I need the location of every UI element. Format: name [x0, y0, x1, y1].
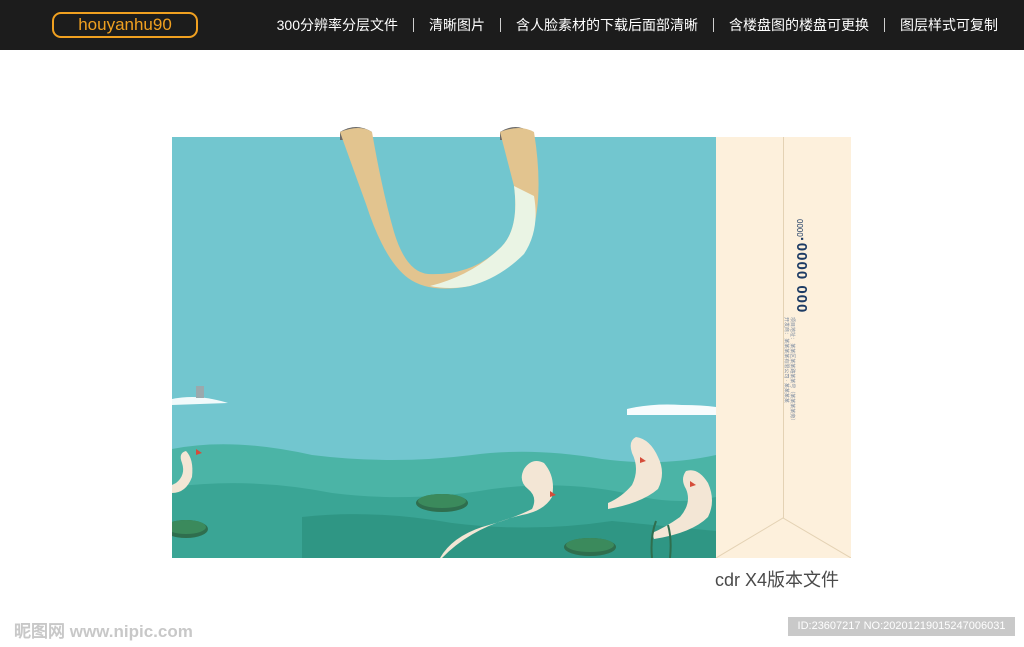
- divider: [500, 18, 501, 32]
- divider: [884, 18, 885, 32]
- feature-item: 含楼盘图的楼盘可更换: [729, 17, 869, 33]
- bag-front-panel: [172, 137, 716, 558]
- feature-item: 300分辨率分层文件: [276, 17, 398, 33]
- lake-illustration: [172, 397, 716, 558]
- image-id-bar: ID:23607217 NO:20201219015247006031: [788, 617, 1015, 636]
- feature-item: 图层样式可复制: [900, 17, 998, 33]
- site-watermark: 昵图网 www.nipic.com: [14, 622, 193, 641]
- bag-side-gusset: 0000·0000 000 项目地址： 某某区某某路某某号（某某某某旁） 开发商…: [716, 137, 851, 558]
- seal-logo: [196, 386, 204, 398]
- divider: [413, 18, 414, 32]
- divider: [713, 18, 714, 32]
- address-line: 项目地址： 某某区某某路某某号（某某某某旁）: [789, 317, 795, 424]
- author-badge[interactable]: houyanhu90: [52, 12, 198, 38]
- file-version-caption: cdr X4版本文件: [715, 570, 840, 590]
- hotline-digits: ·0000 000: [793, 236, 810, 314]
- feature-list: 300分辨率分层文件 清晰图片 含人脸素材的下载后面部清晰 含楼盘图的楼盘可更换…: [277, 0, 998, 50]
- contact-block: 0000·0000 000 项目地址： 某某区某某路某某号（某某某某旁） 开发商…: [783, 219, 816, 439]
- developer-line: 开发商： 某某某某有限公司 · 某某某某: [783, 317, 789, 403]
- feature-item: 清晰图片: [429, 17, 485, 33]
- hotline-prefix: 0000: [795, 219, 804, 237]
- feature-item: 含人脸素材的下载后面部清晰: [516, 17, 698, 33]
- hotline-number: 0000·0000 000: [793, 219, 810, 313]
- top-banner: houyanhu90 300分辨率分层文件 清晰图片 含人脸素材的下载后面部清晰…: [0, 0, 1024, 50]
